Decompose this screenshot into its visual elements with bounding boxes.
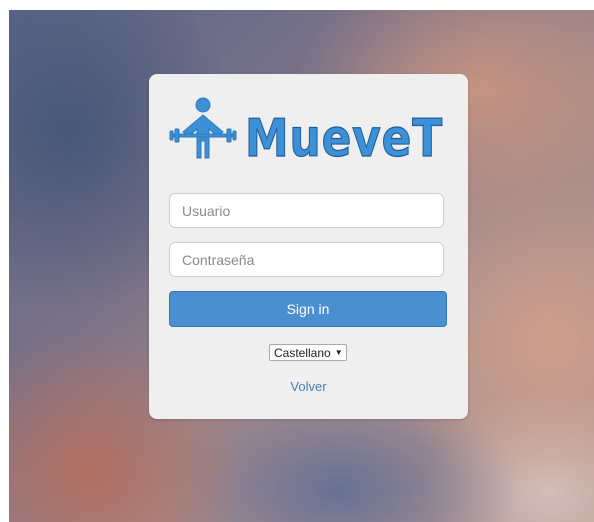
weightlifter-icon: MueveT	[169, 97, 443, 170]
dropdown-arrow-icon: ▼	[334, 348, 343, 357]
signin-button[interactable]: Sign in	[169, 291, 447, 327]
login-card: MueveT Sign in Castellano ▼ Volver	[149, 74, 468, 419]
password-input[interactable]	[169, 242, 444, 277]
brand-logo: MueveT	[169, 96, 449, 170]
username-input[interactable]	[169, 193, 444, 228]
brand-name: MueveT	[245, 109, 443, 169]
language-selected-value: Castellano	[274, 345, 331, 360]
back-link[interactable]: Volver	[149, 379, 468, 394]
language-select[interactable]: Castellano ▼	[269, 344, 347, 361]
